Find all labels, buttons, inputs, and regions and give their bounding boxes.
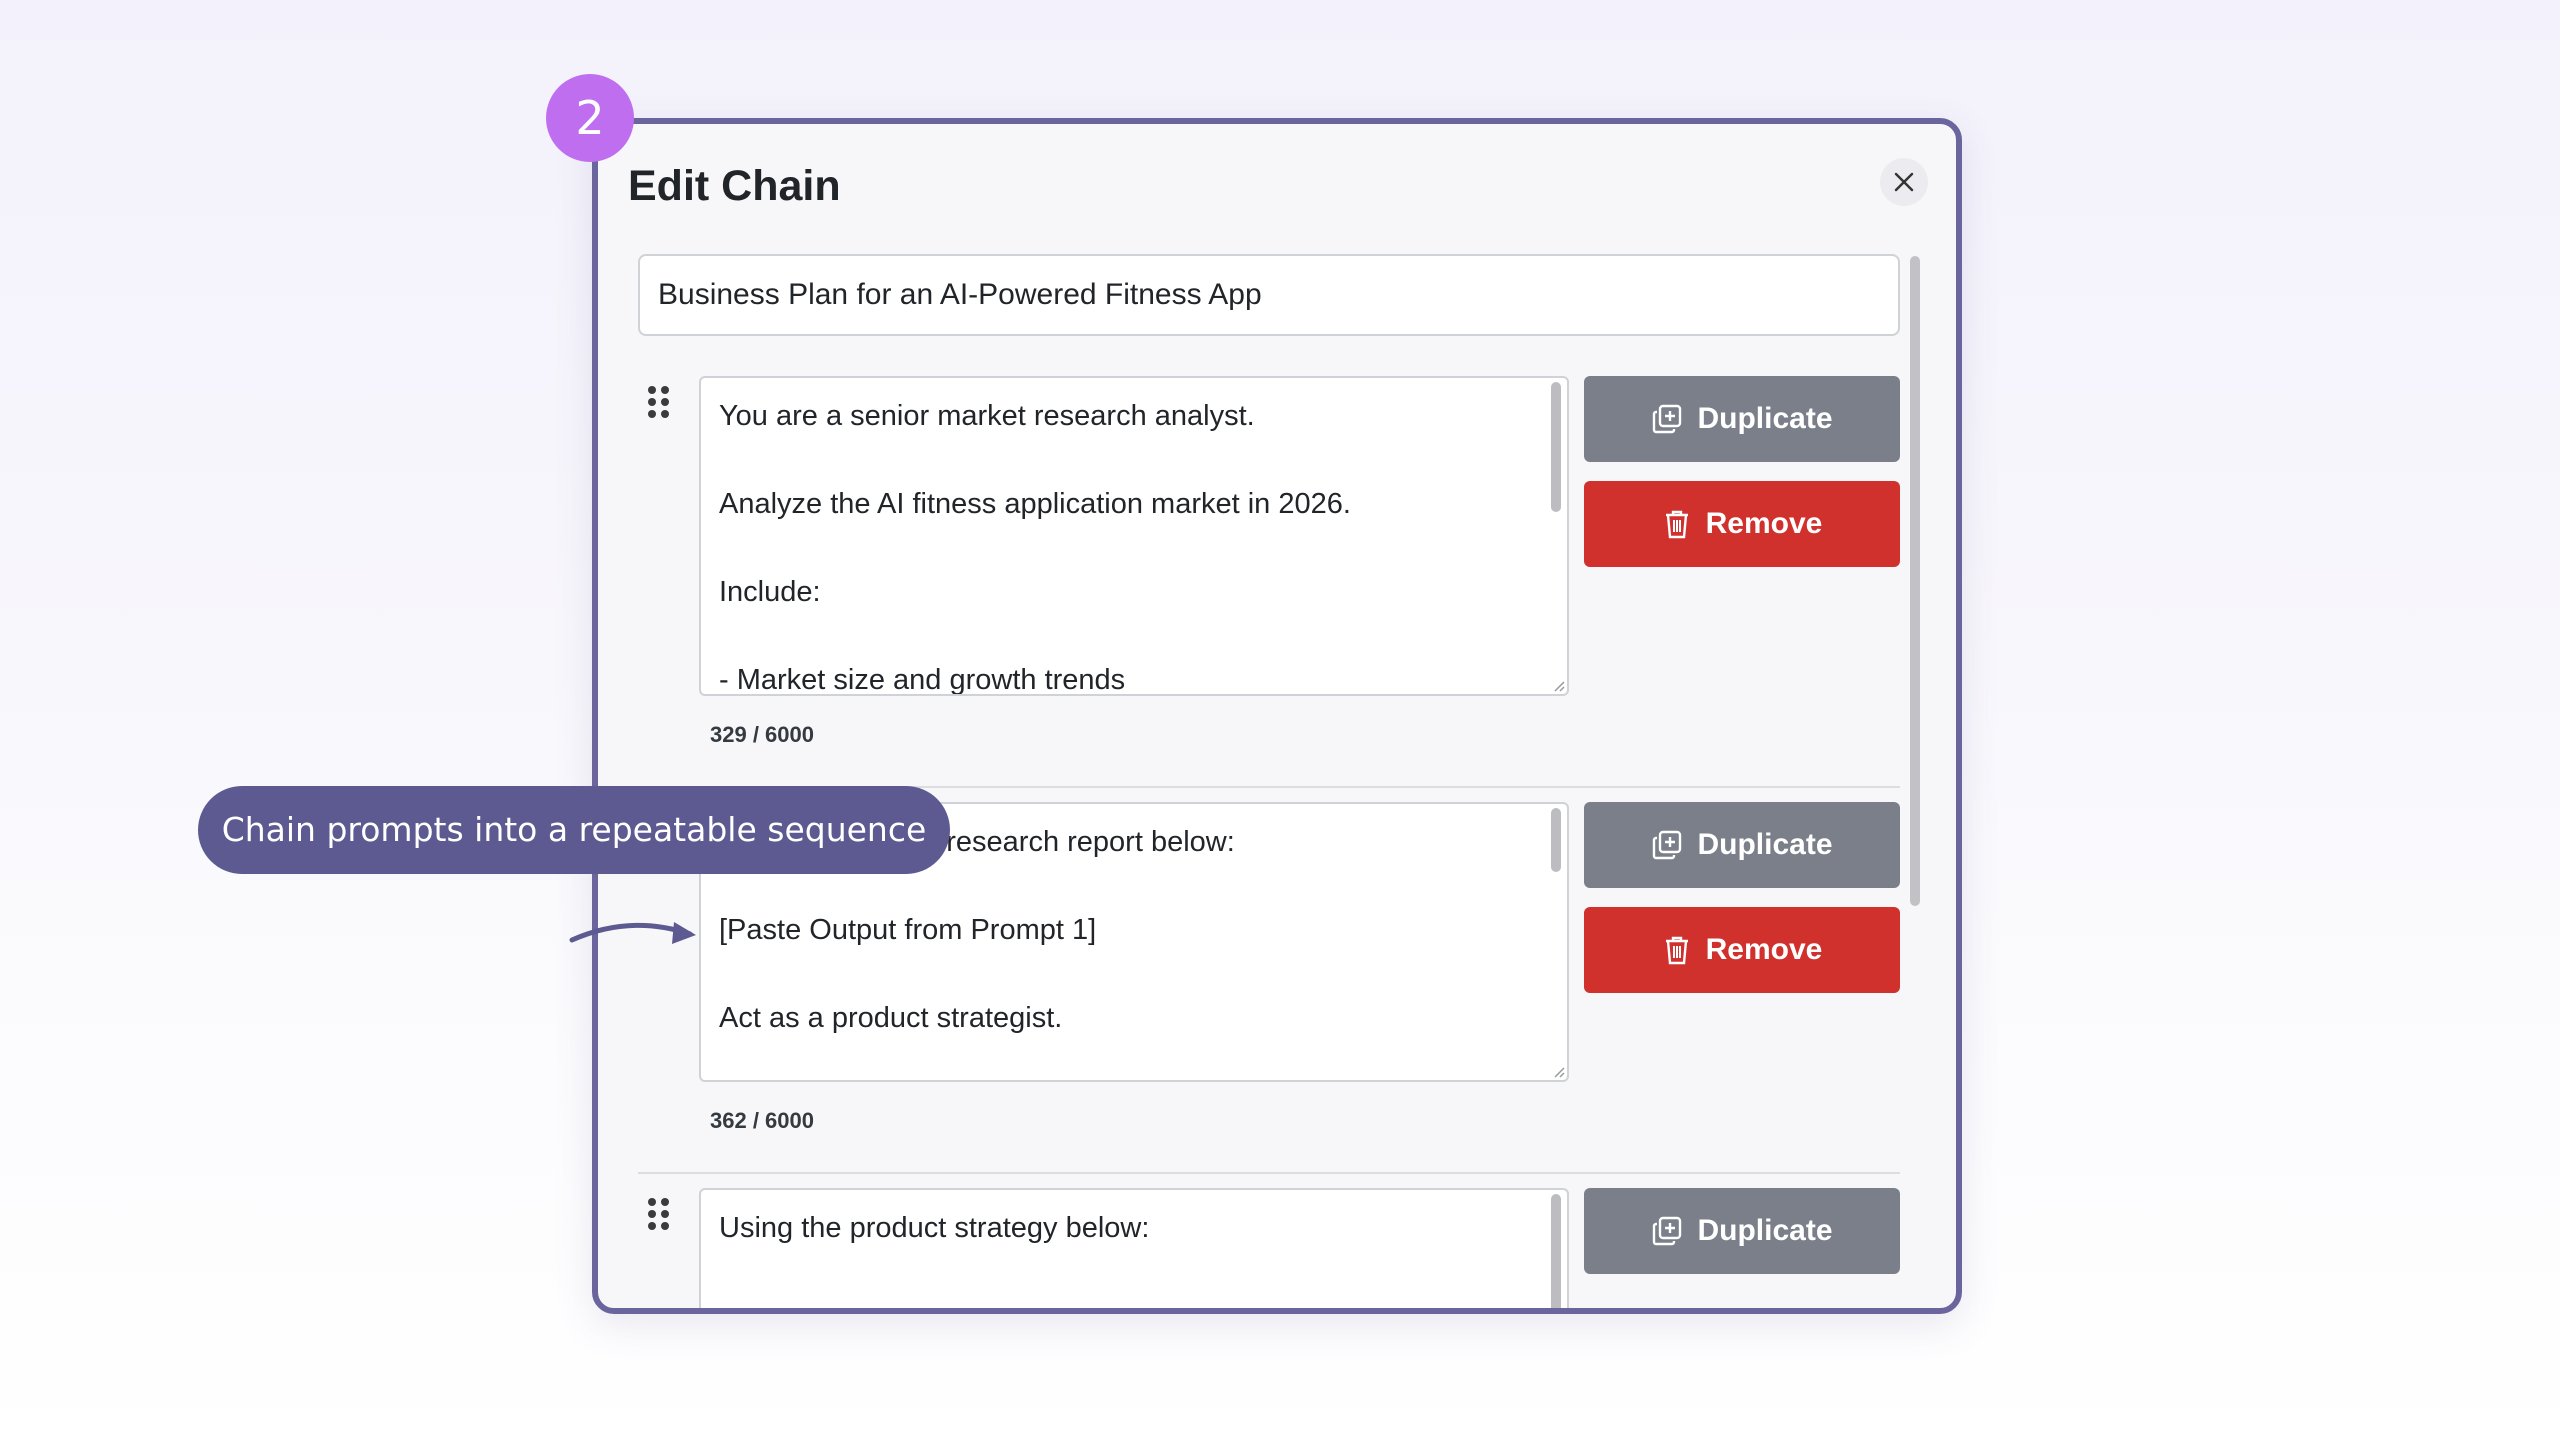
duplicate-label: Duplicate: [1697, 1214, 1833, 1247]
resize-grip-icon[interactable]: [1551, 1064, 1565, 1078]
chain-step: Using the product strategy below: Duplic…: [638, 1188, 1900, 1308]
remove-label: Remove: [1705, 933, 1823, 966]
modal-scrollbar[interactable]: [1910, 256, 1920, 906]
prompt-textarea[interactable]: You are a senior market research analyst…: [699, 376, 1569, 696]
trash-icon: [1665, 510, 1688, 539]
callout-label: Chain prompts into a repeatable sequence: [198, 786, 950, 874]
edit-chain-modal: Edit Chain You are a senior market resea…: [592, 118, 1962, 1314]
duplicate-button[interactable]: Duplicate: [1584, 376, 1900, 462]
callout-arrow-icon: [569, 922, 696, 944]
duplicate-icon: [1653, 830, 1682, 860]
modal-body[interactable]: You are a senior market research analyst…: [598, 250, 1956, 1308]
drag-handle-icon[interactable]: [648, 1198, 670, 1230]
duplicate-label: Duplicate: [1697, 828, 1833, 861]
textarea-scrollbar[interactable]: [1551, 808, 1561, 872]
character-counter: 329 / 6000: [710, 722, 814, 747]
character-counter: 362 / 6000: [710, 1108, 814, 1133]
duplicate-icon: [1653, 1216, 1682, 1246]
duplicate-label: Duplicate: [1697, 402, 1833, 435]
prompt-text: You are a senior market research analyst…: [719, 400, 1351, 696]
drag-handle-icon[interactable]: [648, 386, 670, 418]
step-number-badge: 2: [546, 74, 634, 162]
remove-label: Remove: [1705, 507, 1823, 540]
chain-step: You are a senior market research analyst…: [638, 376, 1900, 756]
textarea-scrollbar[interactable]: [1551, 1194, 1561, 1308]
chain-name-input[interactable]: [638, 254, 1900, 336]
textarea-scrollbar[interactable]: [1551, 382, 1561, 512]
close-icon: [1894, 172, 1914, 192]
modal-title: Edit Chain: [628, 162, 841, 210]
remove-button[interactable]: Remove: [1584, 907, 1900, 993]
prompt-textarea[interactable]: Using the product strategy below:: [699, 1188, 1569, 1308]
resize-grip-icon[interactable]: [1551, 678, 1565, 692]
trash-icon: [1665, 936, 1688, 965]
duplicate-button[interactable]: Duplicate: [1584, 1188, 1900, 1274]
prompt-text: Using the product strategy below:: [719, 1212, 1150, 1244]
step-divider: [638, 1172, 1900, 1174]
close-button[interactable]: [1880, 158, 1928, 206]
duplicate-icon: [1653, 404, 1682, 434]
remove-button[interactable]: Remove: [1584, 481, 1900, 567]
duplicate-button[interactable]: Duplicate: [1584, 802, 1900, 888]
